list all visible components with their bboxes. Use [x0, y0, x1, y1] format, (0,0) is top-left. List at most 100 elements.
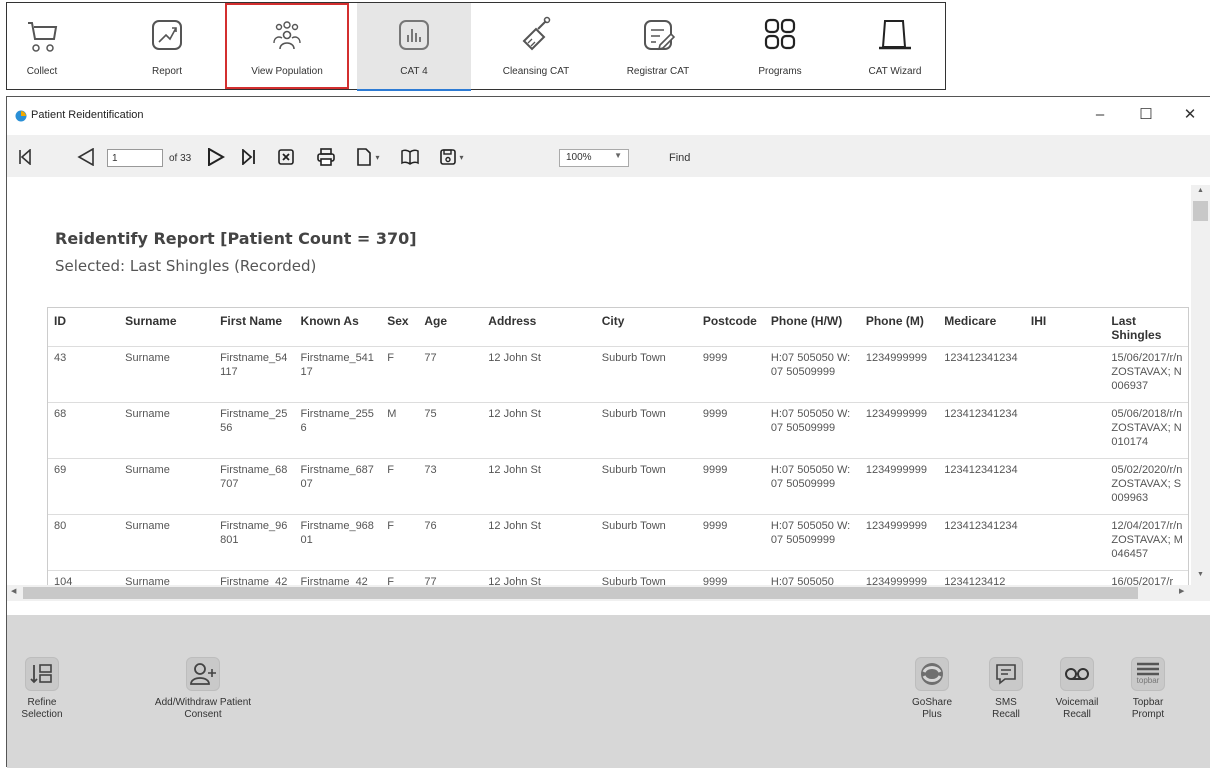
cell-id: 43	[48, 345, 120, 402]
print-icon	[317, 148, 335, 166]
cell-ihi	[1024, 401, 1106, 458]
chevron-down-icon: ▾	[375, 152, 380, 162]
cell-city: Suburb Town	[595, 345, 697, 402]
cell-surname: Surname	[119, 401, 215, 458]
cell-ihi	[1024, 457, 1106, 514]
cell-last-shingles: 12/04/2017/r/nZOSTAVAX; M046457	[1105, 513, 1188, 570]
find-link[interactable]: Find	[669, 152, 690, 164]
toolbar-cat4-label: CAT 4	[400, 66, 428, 77]
add-withdraw-consent-button[interactable]: Add/Withdraw Patient Consent	[151, 657, 255, 721]
minimize-button[interactable]: –	[1089, 105, 1111, 127]
goshare-plus-button[interactable]: GoShare Plus	[907, 657, 957, 721]
column-header-phone-m: Phone (M)	[865, 314, 924, 328]
patient-table: ID Surname First Name Known As Sex Age A…	[47, 307, 1189, 597]
cell-known-as: Firstname_68707	[294, 457, 382, 514]
export-dropdown[interactable]: ▾	[435, 145, 469, 169]
sms-icon	[989, 657, 1023, 691]
table-row[interactable]: 43 Surname Firstname_54117 Firstname_54117 F…	[48, 345, 1188, 402]
refine-selection-button[interactable]: Refine Selection	[15, 657, 69, 721]
zoom-select[interactable]: 100% ▼	[559, 149, 629, 167]
first-page-button[interactable]	[15, 145, 35, 169]
toolbar-cleansing-cat-label: Cleansing CAT	[502, 66, 570, 77]
toolbar-programs-button[interactable]: Programs	[725, 3, 835, 89]
toolbar-cat-wizard-button[interactable]: CAT Wizard	[855, 3, 935, 89]
zoom-value: 100%	[566, 152, 592, 163]
wizard-hat-icon	[879, 20, 911, 50]
report-viewport: Reidentify Report [Patient Count = 370] …	[7, 177, 1210, 601]
voicemail-recall-label: Voicemail Recall	[1055, 697, 1099, 720]
add-withdraw-consent-label: Add/Withdraw Patient Consent	[154, 697, 252, 720]
cell-medicare: 123412341234	[938, 401, 1025, 458]
window-title: Patient Reidentification	[31, 109, 144, 121]
cell-age: 77	[418, 345, 483, 402]
toolbar-cat-wizard-label: CAT Wizard	[868, 66, 922, 77]
table-row[interactable]: 69 Surname Firstname_68707 Firstname_68707 F…	[48, 457, 1188, 514]
scroll-right-icon[interactable]: ▶	[1179, 587, 1184, 595]
report-subtitle: Selected: Last Shingles (Recorded)	[55, 257, 317, 275]
first-page-icon	[19, 149, 31, 165]
cell-surname: Surname	[119, 513, 215, 570]
column-header-surname: Surname	[125, 314, 177, 328]
stop-rendering-button[interactable]	[275, 145, 297, 169]
scroll-up-icon[interactable]: ▲	[1191, 187, 1210, 194]
scroll-left-icon[interactable]: ◀	[11, 587, 16, 595]
close-button[interactable]: ✕	[1179, 105, 1201, 127]
horizontal-scrollbar[interactable]: ◀ ▶	[7, 585, 1191, 601]
maximize-button[interactable]: ☐	[1135, 105, 1157, 127]
topbar-prompt-label: Topbar Prompt	[1131, 697, 1165, 720]
refine-selection-label: Refine Selection	[21, 697, 63, 720]
page-number-input[interactable]	[107, 149, 163, 167]
chevron-down-icon: ▼	[614, 151, 622, 160]
column-header-first-name: First Name	[220, 314, 283, 328]
toolbar-cleansing-cat-button[interactable]: Cleansing CAT	[481, 3, 591, 89]
toolbar-report-label: Report	[151, 66, 182, 77]
cell-known-as: Firstname_96801	[294, 513, 382, 570]
topbar-prompt-button[interactable]: topbar Topbar Prompt	[1121, 657, 1175, 721]
vertical-scrollbar[interactable]: ▲ ▼	[1191, 185, 1210, 601]
scroll-down-icon[interactable]: ▼	[1191, 571, 1210, 578]
vertical-scroll-thumb[interactable]	[1193, 201, 1208, 221]
toolbar-cat4-button[interactable]: CAT 4	[357, 3, 471, 91]
previous-page-icon	[77, 148, 94, 166]
toolbar-collect-label: Collect	[26, 66, 58, 77]
column-header-last-shingles: Last Shingles	[1111, 314, 1162, 342]
cell-first-name: Firstname_54117	[214, 345, 295, 402]
programs-icon	[764, 18, 796, 50]
sms-recall-button[interactable]: SMS Recall	[981, 657, 1031, 721]
next-page-icon	[208, 148, 225, 166]
voicemail-recall-button[interactable]: Voicemail Recall	[1047, 657, 1107, 721]
print-button[interactable]	[315, 145, 337, 169]
cell-phone-m: 1234999999	[859, 513, 939, 570]
column-header-ihi: IHI	[1030, 314, 1047, 328]
cell-ihi	[1024, 345, 1106, 402]
last-page-button[interactable]	[239, 145, 259, 169]
cell-medicare: 123412341234	[938, 345, 1025, 402]
goshare-icon	[915, 657, 949, 691]
table-header-row: ID Surname First Name Known As Sex Age A…	[48, 308, 1188, 346]
horizontal-scroll-thumb[interactable]	[23, 587, 1138, 599]
goshare-plus-label: GoShare Plus	[911, 697, 953, 720]
page-setup-dropdown[interactable]: ▾	[351, 145, 385, 169]
column-header-sex: Sex	[387, 314, 409, 328]
table-row[interactable]: 68 Surname Firstname_2556 Firstname_2556 M 75…	[48, 401, 1188, 458]
cell-id: 69	[48, 457, 120, 514]
report-icon	[152, 20, 182, 50]
previous-page-button[interactable]	[75, 145, 97, 169]
cell-address: 12 John St	[482, 345, 596, 402]
cell-last-shingles: 05/02/2020/r/nZOSTAVAX; S009963	[1105, 457, 1188, 514]
window-titlebar: Patient Reidentification – ☐ ✕	[7, 97, 1210, 135]
cell-age: 75	[418, 401, 483, 458]
document-map-button[interactable]	[399, 145, 421, 169]
actions-panel: Refine Selection Add/Withdraw Patient Co…	[7, 615, 1210, 768]
toolbar-view-population-button[interactable]: View Population	[225, 3, 349, 89]
cell-last-shingles: 15/06/2017/r/nZOSTAVAX; N006937	[1105, 345, 1188, 402]
table-row[interactable]: 80 Surname Firstname_96801 Firstname_96801 F…	[48, 513, 1188, 570]
cat4-icon	[399, 20, 429, 50]
refine-selection-icon	[25, 657, 59, 691]
cell-city: Suburb Town	[595, 513, 697, 570]
toolbar-registrar-cat-button[interactable]: Registrar CAT	[603, 3, 713, 89]
next-page-button[interactable]	[205, 145, 227, 169]
toolbar-report-button[interactable]: Report	[117, 3, 217, 89]
toolbar-collect-button[interactable]: Collect	[7, 3, 77, 89]
cell-phone-m: 1234999999	[859, 457, 939, 514]
